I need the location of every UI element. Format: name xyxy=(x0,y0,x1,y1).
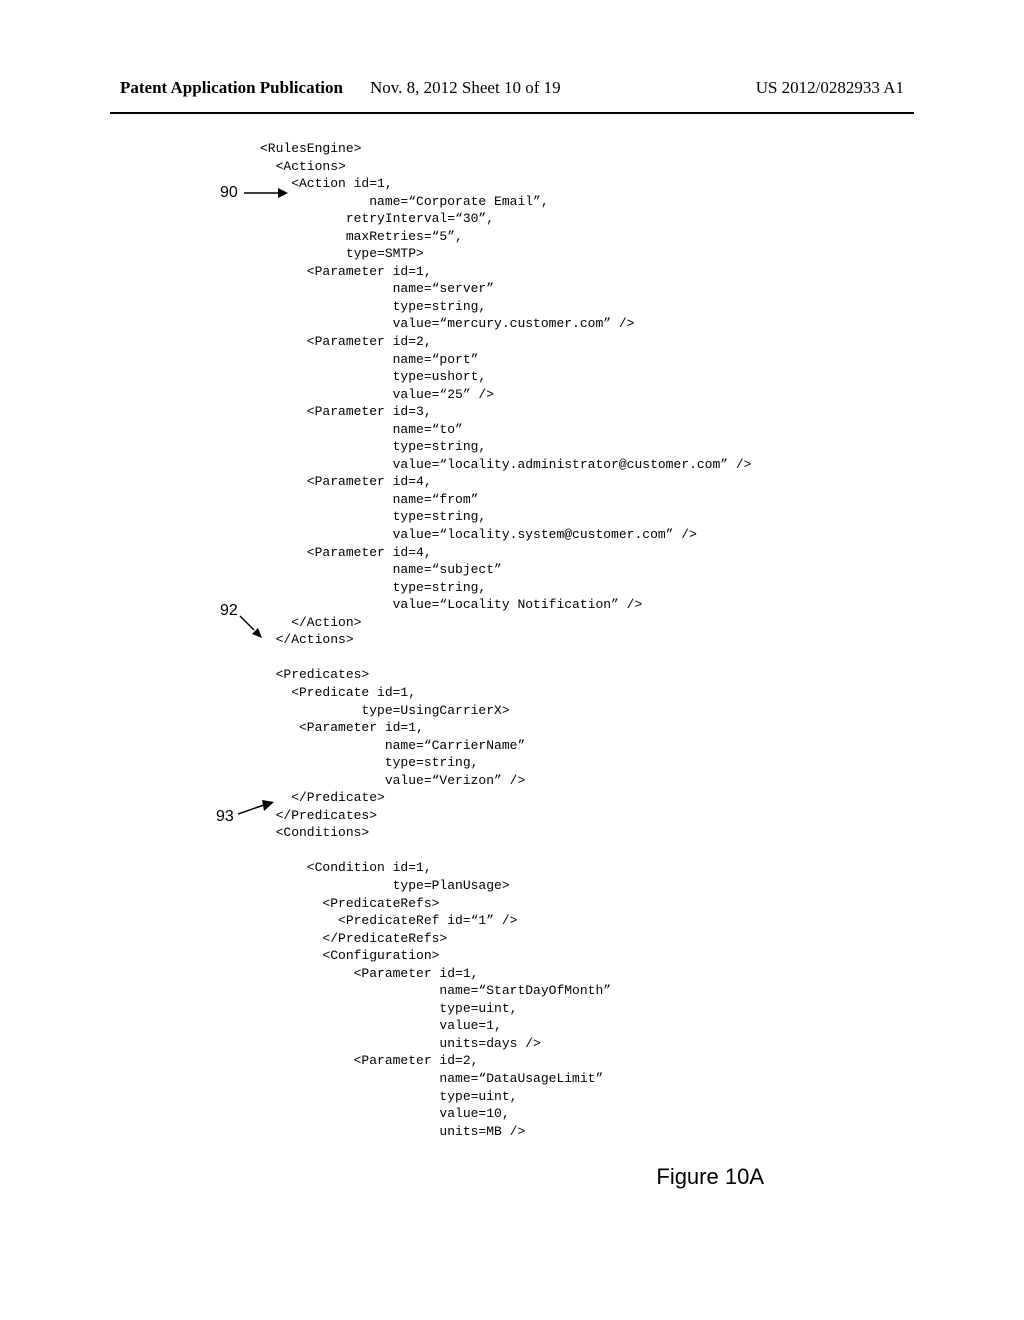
reference-number-92: 92 xyxy=(220,602,238,620)
figure-label: Figure 10A xyxy=(656,1164,764,1190)
reference-number-90: 90 xyxy=(220,184,238,202)
arrow-icon xyxy=(238,800,274,818)
header-left: Patent Application Publication xyxy=(120,78,343,98)
header-right: US 2012/0282933 A1 xyxy=(756,78,904,98)
page-header: Patent Application Publication Nov. 8, 2… xyxy=(0,0,1024,108)
reference-number-93: 93 xyxy=(216,808,234,826)
arrow-icon xyxy=(244,186,288,200)
header-divider xyxy=(110,112,914,114)
header-mid: Nov. 8, 2012 Sheet 10 of 19 xyxy=(370,78,561,98)
xml-code-listing: <RulesEngine> <Actions> <Action id=1, na… xyxy=(260,140,751,1140)
arrow-icon xyxy=(238,614,264,640)
